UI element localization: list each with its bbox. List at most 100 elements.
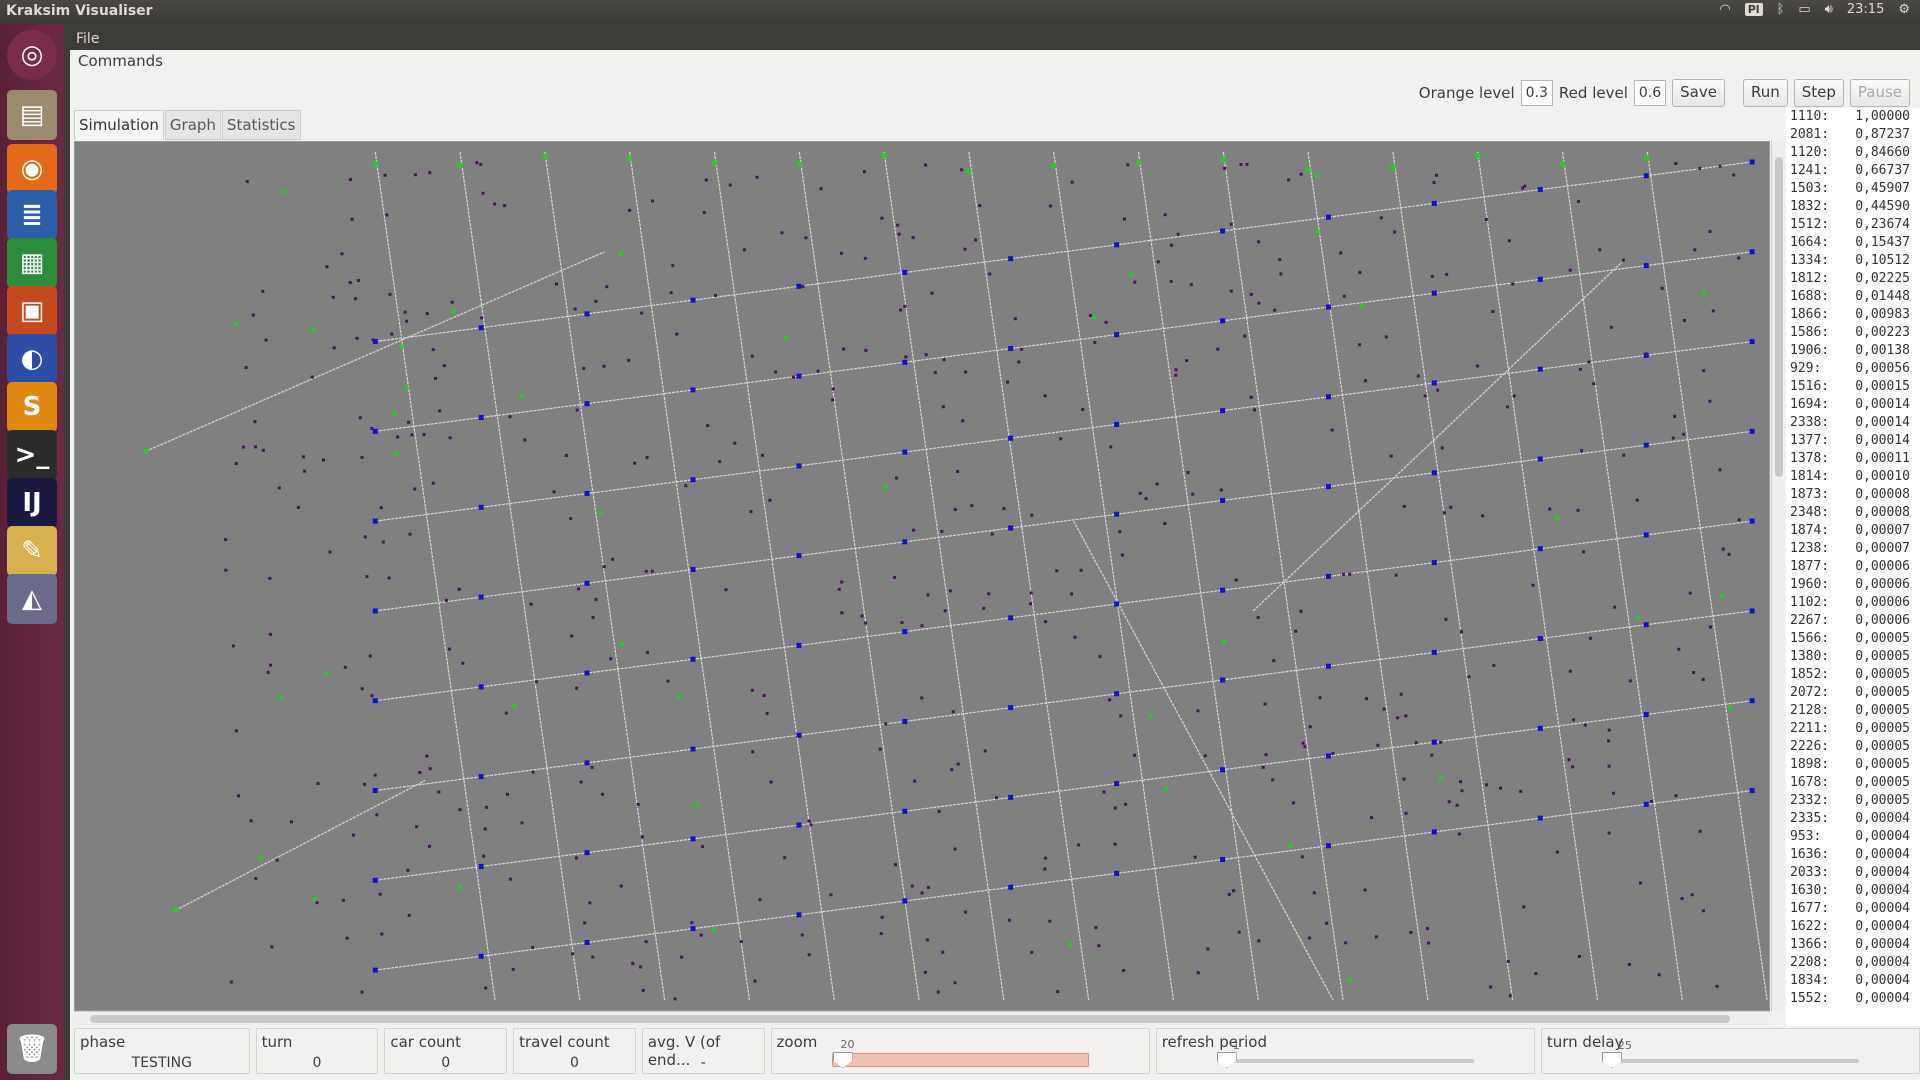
stat-row[interactable]: 2348: 0,00008: [1786, 504, 1920, 522]
refresh-period-knob[interactable]: [1216, 1052, 1237, 1068]
stat-row[interactable]: 1814: 0,00010: [1786, 468, 1920, 486]
stat-row[interactable]: 1694: 0,00014: [1786, 396, 1920, 414]
car-marker: [1002, 507, 1006, 511]
stat-row[interactable]: 1622: 0,00004: [1786, 918, 1920, 936]
car-marker: [948, 589, 952, 593]
java-app-icon[interactable]: ◭: [7, 574, 57, 624]
stat-row[interactable]: 1366: 0,00004: [1786, 936, 1920, 954]
stat-row[interactable]: 1812: 0,02225: [1786, 270, 1920, 288]
volume-icon[interactable]: 🔊︎: [1825, 2, 1833, 17]
stat-row[interactable]: 1898: 0,00005: [1786, 756, 1920, 774]
stat-row[interactable]: 1586: 0,00223: [1786, 324, 1920, 342]
stat-row[interactable]: 1378: 0,00011: [1786, 450, 1920, 468]
car-marker: [911, 236, 915, 240]
car-marker: [1701, 678, 1705, 682]
stat-row[interactable]: 1873: 0,00008: [1786, 486, 1920, 504]
car-marker: [1119, 714, 1123, 718]
stat-row[interactable]: 1852: 0,00005: [1786, 666, 1920, 684]
gear-icon[interactable]: ⚙: [1898, 2, 1910, 17]
orange-level-input[interactable]: 0.3: [1520, 80, 1553, 106]
stat-row[interactable]: 1503: 0,45907: [1786, 180, 1920, 198]
tab-simulation[interactable]: Simulation: [74, 110, 164, 140]
step-button[interactable]: Step: [1793, 79, 1844, 107]
stat-row[interactable]: 1866: 0,00983: [1786, 306, 1920, 324]
stat-row[interactable]: 2033: 0,00004: [1786, 864, 1920, 882]
map-horizontal-scrollbar[interactable]: [74, 1011, 1770, 1025]
stat-row[interactable]: 2072: 0,00005: [1786, 684, 1920, 702]
stat-row[interactable]: 2081: 0,87237: [1786, 126, 1920, 144]
files-icon[interactable]: ▤: [7, 90, 57, 140]
bluetooth-icon[interactable]: ᛒ: [1777, 2, 1785, 17]
stat-row[interactable]: 1110: 1,00000: [1786, 108, 1920, 126]
stat-row[interactable]: 929: 0,00056: [1786, 360, 1920, 378]
stat-row[interactable]: 1380: 0,00005: [1786, 648, 1920, 666]
stat-row[interactable]: 1241: 0,66737: [1786, 162, 1920, 180]
text-editor-icon[interactable]: ✎: [7, 526, 57, 576]
impress-icon[interactable]: ▣: [7, 286, 57, 336]
vertical-scroll-thumb[interactable]: [1775, 157, 1783, 477]
stat-row[interactable]: 1552: 0,00004: [1786, 990, 1920, 1008]
stat-row[interactable]: 2211: 0,00005: [1786, 720, 1920, 738]
horizontal-scroll-thumb[interactable]: [90, 1015, 1730, 1023]
zoom-slider[interactable]: 20: [831, 1038, 1089, 1068]
stat-row[interactable]: 2128: 0,00005: [1786, 702, 1920, 720]
pause-button[interactable]: Pause: [1849, 79, 1910, 107]
stat-row[interactable]: 1906: 0,00138: [1786, 342, 1920, 360]
stat-row[interactable]: 1334: 0,10512: [1786, 252, 1920, 270]
terminal-icon[interactable]: >_: [7, 430, 57, 480]
stat-row[interactable]: 2267: 0,00006: [1786, 612, 1920, 630]
firefox-icon[interactable]: ◉: [7, 144, 57, 194]
stat-row[interactable]: 1516: 0,00015: [1786, 378, 1920, 396]
eclipse-icon[interactable]: ◐: [7, 334, 57, 384]
intersection-node: [796, 912, 802, 918]
stat-row[interactable]: 2226: 0,00005: [1786, 738, 1920, 756]
stat-row[interactable]: 1677: 0,00004: [1786, 900, 1920, 918]
stat-row[interactable]: 1688: 0,01448: [1786, 288, 1920, 306]
save-button[interactable]: Save: [1672, 79, 1725, 107]
statistics-list[interactable]: 1110: 1,00000 2081: 0,87237 1120: 0,84660 1241…: [1786, 108, 1920, 1026]
map-vertical-scrollbar[interactable]: [1771, 141, 1785, 1011]
stat-row[interactable]: 1238: 0,00007: [1786, 540, 1920, 558]
calc-icon[interactable]: ▦: [7, 238, 57, 288]
run-button[interactable]: Run: [1742, 79, 1788, 107]
battery-icon[interactable]: ▭: [1798, 2, 1810, 17]
stat-row[interactable]: 1678: 0,00005: [1786, 774, 1920, 792]
clock[interactable]: 23:15: [1847, 2, 1884, 17]
stat-row[interactable]: 1832: 0,44590: [1786, 198, 1920, 216]
stat-row[interactable]: 1630: 0,00004: [1786, 882, 1920, 900]
stat-row[interactable]: 1834: 0,00004: [1786, 972, 1920, 990]
writer-icon[interactable]: ≣: [7, 190, 57, 240]
tab-statistics[interactable]: Statistics: [221, 110, 301, 140]
menu-file[interactable]: File: [76, 31, 99, 47]
stat-row[interactable]: 1960: 0,00006: [1786, 576, 1920, 594]
stat-row[interactable]: 2338: 0,00014: [1786, 414, 1920, 432]
trash-icon[interactable]: 🗑︎: [7, 1024, 57, 1074]
intellij-icon[interactable]: IJ: [7, 478, 57, 528]
stat-row[interactable]: 1874: 0,00007: [1786, 522, 1920, 540]
stat-row[interactable]: 2332: 0,00005: [1786, 792, 1920, 810]
red-level-input[interactable]: 0.6: [1633, 80, 1667, 106]
stat-row[interactable]: 1566: 0,00005: [1786, 630, 1920, 648]
stat-row[interactable]: 2335: 0,00004: [1786, 810, 1920, 828]
road-network[interactable]: [75, 142, 1769, 1010]
stat-row[interactable]: 1120: 0,84660: [1786, 144, 1920, 162]
stat-row[interactable]: 1102: 0,00006: [1786, 594, 1920, 612]
stat-row[interactable]: 1664: 0,15437: [1786, 234, 1920, 252]
stat-row[interactable]: 953: 0,00004: [1786, 828, 1920, 846]
turn-delay-slider[interactable]: 25: [1601, 1039, 1860, 1068]
tab-graph[interactable]: Graph: [164, 110, 221, 140]
refresh-period-slider[interactable]: 1: [1216, 1039, 1474, 1068]
ubuntu-logo-icon[interactable]: ◎: [7, 30, 57, 80]
stat-row[interactable]: 2208: 0,00004: [1786, 954, 1920, 972]
turn-delay-knob[interactable]: [1601, 1052, 1622, 1068]
simulation-map[interactable]: [74, 141, 1770, 1011]
sublime-icon[interactable]: S: [7, 382, 57, 432]
keyboard-layout-indicator[interactable]: Pl: [1744, 3, 1763, 16]
car-marker: [437, 790, 441, 794]
zoom-slider-knob[interactable]: [832, 1052, 853, 1068]
stat-row[interactable]: 1377: 0,00014: [1786, 432, 1920, 450]
stat-row[interactable]: 1636: 0,00004: [1786, 846, 1920, 864]
wifi-icon[interactable]: ◠: [1719, 2, 1730, 17]
stat-row[interactable]: 1512: 0,23674: [1786, 216, 1920, 234]
stat-row[interactable]: 1877: 0,00006: [1786, 558, 1920, 576]
